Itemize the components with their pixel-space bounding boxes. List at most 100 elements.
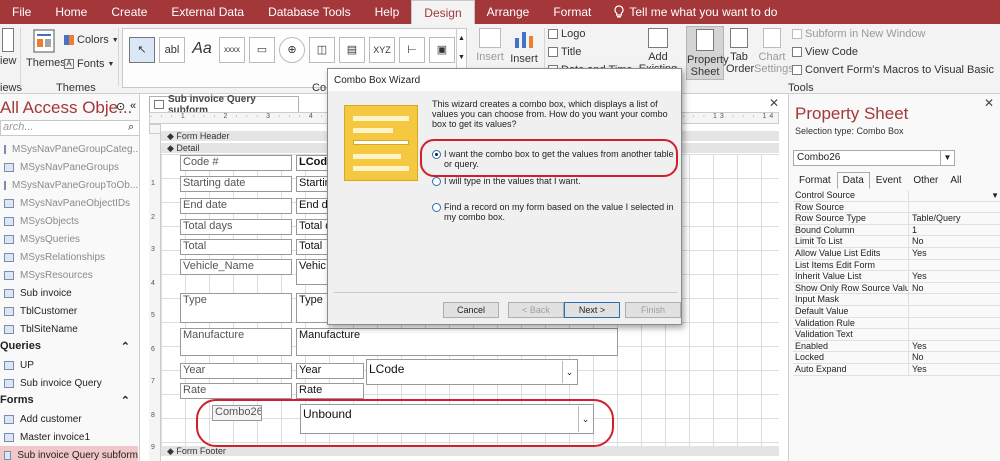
list-item[interactable]: MSysNavPaneGroupToOb... bbox=[0, 176, 138, 194]
tab-help[interactable]: Help bbox=[363, 0, 412, 24]
fonts-button[interactable]: A Fonts ▼ bbox=[64, 58, 114, 70]
table-row[interactable]: Row Source bbox=[793, 201, 1000, 214]
table-row[interactable]: Validation Text bbox=[793, 329, 1000, 341]
insert-image-button[interactable]: Insert bbox=[474, 28, 506, 63]
table-row[interactable]: Auto Expand Yes bbox=[793, 363, 1000, 376]
logo-button[interactable]: Logo bbox=[548, 28, 585, 40]
view-code-button[interactable]: View Code bbox=[792, 46, 858, 58]
table-row[interactable]: Validation Rule bbox=[793, 317, 1000, 330]
title-button[interactable]: Title bbox=[548, 46, 581, 58]
list-item[interactable]: MSysNavPaneGroups bbox=[0, 158, 138, 176]
field-label[interactable]: Total days bbox=[180, 219, 292, 235]
list-item[interactable]: UP bbox=[0, 356, 138, 374]
field-label[interactable]: Total bbox=[180, 239, 292, 255]
form-footer-bar[interactable]: ◆ Form Footer bbox=[161, 446, 779, 456]
close-icon[interactable]: ✕ bbox=[984, 96, 994, 110]
cancel-button[interactable]: Cancel bbox=[443, 302, 499, 318]
forms-group-header[interactable]: Forms ⌃ bbox=[0, 394, 138, 410]
field-label[interactable]: Rate bbox=[180, 383, 292, 399]
queries-group-header[interactable]: Queries ⌃ bbox=[0, 340, 138, 356]
radio-button[interactable] bbox=[432, 203, 441, 212]
field-label[interactable]: Year bbox=[180, 363, 292, 379]
collapse-pane-icon[interactable]: « bbox=[130, 100, 136, 112]
list-item[interactable]: TblCustomer bbox=[0, 302, 138, 320]
chevron-down-icon[interactable]: ⌄ bbox=[562, 361, 576, 383]
lcode-combo-box[interactable]: LCode ⌄ bbox=[366, 359, 578, 385]
tab-create[interactable]: Create bbox=[99, 0, 159, 24]
chevron-down-icon[interactable]: ▼ bbox=[991, 190, 999, 201]
tab-home[interactable]: Home bbox=[43, 0, 99, 24]
chart-settings-button[interactable]: Chart Settings bbox=[754, 28, 794, 75]
field-label[interactable]: Starting date bbox=[180, 176, 292, 192]
textbox-control-icon[interactable]: abl bbox=[159, 37, 185, 63]
tab-external-data[interactable]: External Data bbox=[159, 0, 256, 24]
themes-button[interactable]: Themes bbox=[26, 28, 66, 69]
select-pointer-icon[interactable]: ↖ bbox=[129, 37, 155, 63]
list-item[interactable]: MSysRelationships bbox=[0, 248, 138, 266]
list-item[interactable]: Add customer bbox=[0, 410, 138, 428]
table-row[interactable]: Enabled Yes bbox=[793, 340, 1000, 353]
table-row[interactable]: Bound Column 1 bbox=[793, 224, 1000, 237]
back-button[interactable]: < Back bbox=[508, 302, 564, 318]
field-label[interactable]: Code # bbox=[180, 155, 292, 171]
option-find-record[interactable]: Find a record on my form based on the va… bbox=[432, 202, 677, 222]
colors-button[interactable]: Colors ▼ bbox=[64, 34, 119, 46]
navigation-control-icon[interactable]: ▤ bbox=[339, 37, 365, 63]
table-row[interactable]: Default Value bbox=[793, 305, 1000, 318]
list-item[interactable]: Sub invoice bbox=[0, 284, 138, 302]
chevron-down-icon[interactable]: ▼ bbox=[940, 151, 954, 165]
nav-pane-title[interactable]: All Access Obje... bbox=[0, 98, 132, 118]
page-break-control-icon[interactable]: ⊢ bbox=[399, 37, 425, 63]
tab-format[interactable]: Format bbox=[541, 0, 603, 24]
subform-new-window-button[interactable]: Subform in New Window bbox=[792, 28, 925, 40]
list-item[interactable]: MSysObjects bbox=[0, 212, 138, 230]
close-icon[interactable]: ✕ bbox=[769, 96, 779, 110]
table-row[interactable]: Show Only Row Source Values No bbox=[793, 282, 1000, 295]
table-row[interactable]: Allow Value List Edits Yes bbox=[793, 247, 1000, 260]
tab-database-tools[interactable]: Database Tools bbox=[256, 0, 363, 24]
field-textbox[interactable]: Manufacture bbox=[296, 328, 618, 356]
table-row[interactable]: Control Source ▼ bbox=[793, 190, 1000, 202]
tab-all[interactable]: All bbox=[944, 172, 967, 189]
nav-menu-icon[interactable]: ⊙ bbox=[116, 100, 125, 113]
table-row[interactable]: Row Source Type Table/Query bbox=[793, 213, 1000, 225]
combo26-label[interactable]: Combo26 bbox=[212, 405, 262, 421]
table-row[interactable]: Input Mask bbox=[793, 294, 1000, 306]
option-group-control-icon[interactable]: XYZ bbox=[369, 37, 395, 63]
chevron-down-icon[interactable]: ⌄ bbox=[578, 406, 592, 432]
view-button[interactable]: iew bbox=[0, 28, 17, 67]
hyperlink-control-icon[interactable]: ⊕ bbox=[279, 37, 305, 63]
list-item[interactable]: TblSiteName bbox=[0, 320, 138, 338]
field-label[interactable]: Vehicle_Name bbox=[180, 259, 292, 275]
field-textbox[interactable]: Rate bbox=[296, 383, 364, 399]
property-sheet-button[interactable]: Property Sheet bbox=[686, 26, 729, 80]
tab-arrange[interactable]: Arrange bbox=[475, 0, 542, 24]
list-item[interactable]: MSysResources bbox=[0, 266, 138, 284]
table-row[interactable]: List Items Edit Form bbox=[793, 259, 1000, 272]
option-type-values[interactable]: I will type in the values that I want. bbox=[432, 176, 677, 186]
tab-event[interactable]: Event bbox=[870, 172, 908, 189]
table-row[interactable]: Locked No bbox=[793, 352, 1000, 364]
insert-chart-button[interactable]: Insert bbox=[508, 28, 540, 65]
web-browser-control-icon[interactable]: ◫ bbox=[309, 37, 335, 63]
tab-control-icon[interactable]: ▭ bbox=[249, 37, 275, 63]
finish-button[interactable]: Finish bbox=[625, 302, 681, 318]
field-label[interactable]: Manufacture bbox=[180, 328, 292, 356]
list-item[interactable]: MSysNavPaneGroupCateg... bbox=[0, 140, 139, 158]
label-control-icon[interactable]: Aa bbox=[189, 37, 215, 63]
field-label[interactable]: End date bbox=[180, 198, 292, 214]
tab-design[interactable]: Design bbox=[411, 0, 475, 24]
next-button[interactable]: Next > bbox=[564, 302, 620, 318]
search-icon[interactable]: ⌕ bbox=[128, 121, 134, 134]
button-control-icon[interactable]: xxxx bbox=[219, 37, 245, 63]
nav-search-input[interactable]: arch... bbox=[0, 120, 139, 136]
tab-order-button[interactable]: Tab Order bbox=[726, 28, 754, 75]
combo26-combo-box[interactable]: Unbound ⌄ bbox=[300, 404, 594, 434]
list-item[interactable]: Sub invoice Query subform bbox=[0, 446, 138, 461]
list-item[interactable]: Master invoice1 bbox=[0, 428, 138, 446]
tab-data[interactable]: Data bbox=[836, 172, 870, 189]
tab-file[interactable]: File bbox=[0, 0, 43, 24]
table-row[interactable]: Limit To List No bbox=[793, 236, 1000, 248]
list-item[interactable]: MSysNavPaneObjectIDs bbox=[0, 194, 138, 212]
radio-button[interactable] bbox=[432, 177, 441, 186]
